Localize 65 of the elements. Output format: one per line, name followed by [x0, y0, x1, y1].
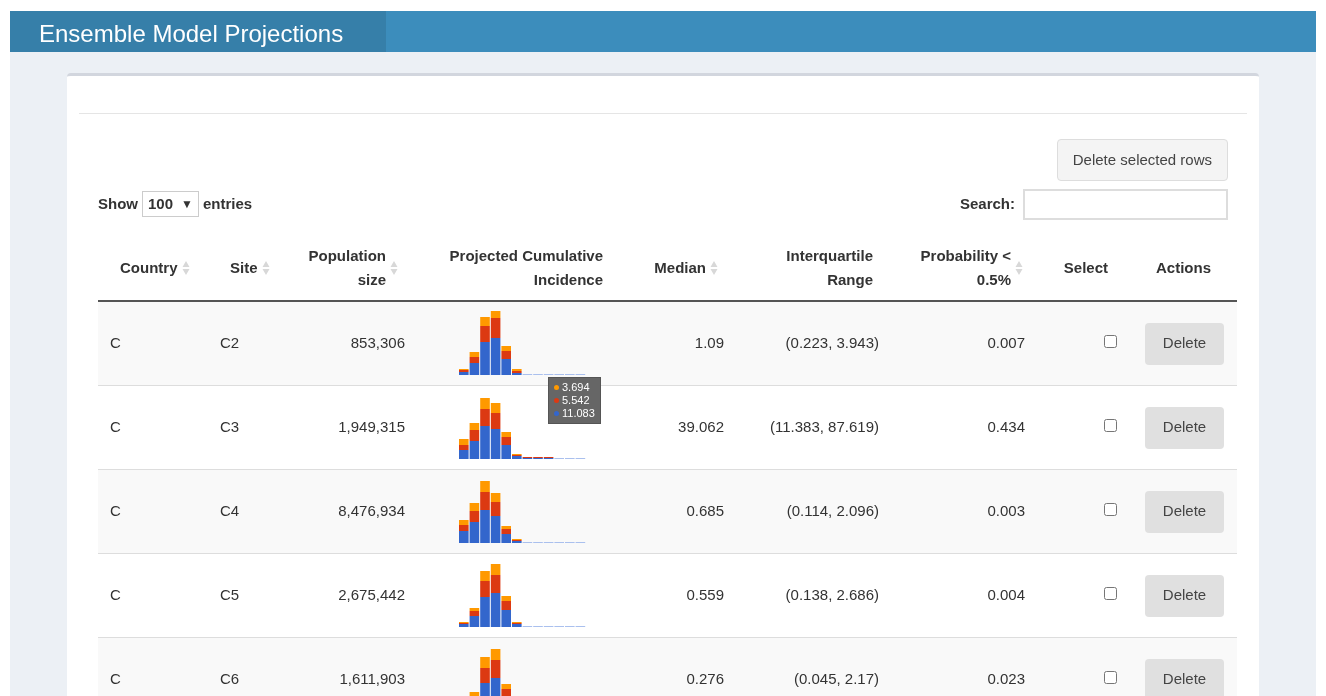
app-title: Ensemble Model Projections	[10, 11, 386, 52]
delete-selected-button[interactable]: Delete selected rows	[1056, 139, 1228, 181]
table-cell-text: (0.114, 2.096)	[786, 501, 879, 522]
table-cell-text: 0.007	[987, 333, 1025, 354]
entries-label: entries	[202, 193, 253, 214]
column-header[interactable]: Country	[120, 256, 178, 280]
sort-icon[interactable]	[390, 260, 398, 276]
table-cell-text: 0.003	[987, 501, 1025, 522]
search-label: Search:	[959, 194, 1015, 215]
table-cell-text: 1,611,903	[339, 669, 405, 690]
sort-icon[interactable]	[1015, 260, 1023, 276]
table-cell: C	[110, 586, 121, 604]
table-cell: C	[110, 334, 121, 352]
search-field[interactable]	[1023, 189, 1228, 220]
table-cell: C6	[220, 670, 240, 688]
tooltip-value: 5.542	[562, 393, 590, 407]
delete-button[interactable]: Delete	[1145, 658, 1224, 696]
column-header[interactable]: Projected Cumulative Incidence	[442, 244, 603, 292]
table-cell-text: 0.023	[987, 669, 1025, 690]
stacked-bar-sparkline	[469, 648, 511, 696]
table-cell: C3	[220, 418, 240, 436]
table-cell-text: 0.004	[987, 585, 1025, 606]
table-cell-text: (11.383, 87.619)	[770, 417, 879, 438]
sort-icon[interactable]	[181, 260, 190, 276]
sort-icon[interactable]	[710, 260, 718, 276]
table-cell-text: 39.062	[678, 417, 724, 438]
show-label: Show	[98, 193, 138, 214]
table-cell-text: 0.559	[686, 585, 724, 606]
column-header[interactable]: Actions	[1156, 256, 1211, 280]
delete-button[interactable]: Delete	[1145, 490, 1224, 533]
table-cell: C	[110, 418, 121, 436]
table-cell-text: 8,476,934	[338, 501, 405, 522]
column-header[interactable]: Probability < 0.5%	[917, 244, 1011, 292]
table-cell-text: (0.045, 2.17)	[793, 669, 879, 690]
table-cell: C4	[220, 502, 240, 520]
column-header[interactable]: Interquartile Range	[762, 244, 873, 292]
table-cell-text: 1.09	[694, 333, 724, 354]
table-cell: C	[110, 670, 121, 688]
column-header[interactable]: Median	[654, 256, 706, 280]
column-header[interactable]: Select	[1063, 256, 1108, 280]
tooltip-value: 3.694	[562, 380, 590, 394]
table-cell: C	[110, 502, 121, 520]
table-cell-text: 0.434	[987, 417, 1025, 438]
select-checkbox[interactable]	[1104, 670, 1117, 684]
column-header[interactable]: Site	[230, 256, 258, 280]
table-cell: C2	[220, 334, 240, 352]
table-cell-text: 2,675,442	[338, 585, 405, 606]
page-size-select[interactable]: 100 ▼	[142, 191, 199, 217]
sort-icon[interactable]	[261, 260, 270, 276]
select-checkbox[interactable]	[1104, 502, 1117, 516]
select-checkbox[interactable]	[1104, 586, 1117, 600]
tooltip-value: 11.083	[562, 406, 595, 420]
table-cell-text: (0.138, 2.686)	[785, 585, 879, 606]
column-header[interactable]: Population size	[308, 244, 386, 292]
select-checkbox[interactable]	[1104, 418, 1117, 432]
table-cell-text: 0.685	[686, 501, 724, 522]
delete-button[interactable]: Delete	[1145, 406, 1224, 449]
table-cell: C5	[220, 586, 240, 604]
table-cell-text: 853,306	[350, 333, 405, 354]
table-cell-text: (0.223, 3.943)	[785, 333, 879, 354]
select-checkbox[interactable]	[1104, 334, 1117, 348]
delete-button[interactable]: Delete	[1145, 574, 1224, 617]
delete-button[interactable]: Delete	[1145, 322, 1224, 365]
table-cell-text: 0.276	[686, 669, 724, 690]
table-cell-text: 1,949,315	[338, 417, 405, 438]
